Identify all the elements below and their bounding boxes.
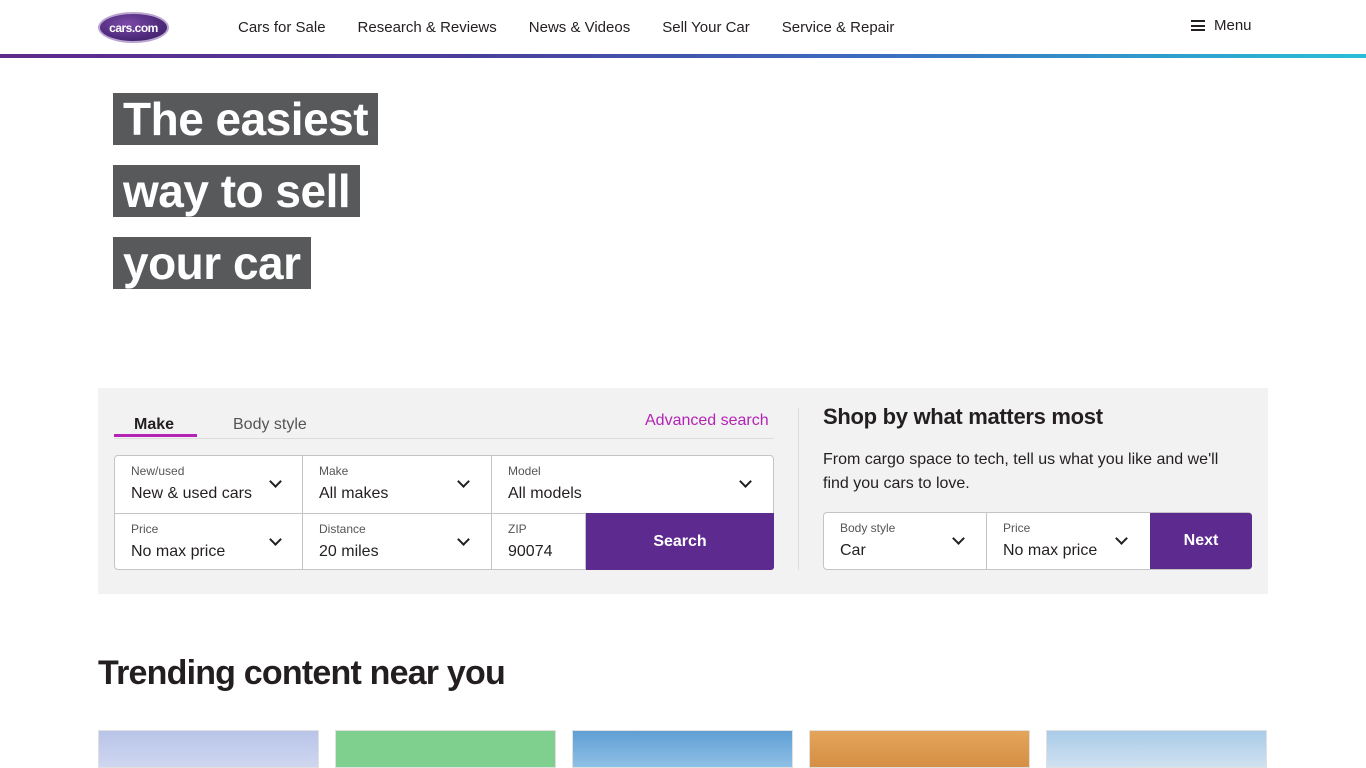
make-select[interactable]: Make All makes	[303, 456, 492, 513]
chevron-down-icon	[1116, 534, 1126, 544]
body-style-label: Body style	[840, 521, 896, 535]
make-value: All makes	[319, 485, 389, 502]
nav-news-videos[interactable]: News & Videos	[529, 19, 630, 36]
price-select[interactable]: Price No max price	[115, 513, 303, 570]
shop-form: Body style Car Price No max price Next	[823, 512, 1252, 570]
nav-cars-for-sale[interactable]: Cars for Sale	[238, 19, 326, 36]
menu-label: Menu	[1214, 17, 1252, 34]
trending-card-2[interactable]	[335, 730, 556, 768]
trending-card-1[interactable]	[98, 730, 319, 768]
hero-line-3: your car	[113, 237, 311, 289]
next-button[interactable]: Next	[1150, 513, 1252, 569]
tab-body-style[interactable]: Body style	[233, 416, 307, 438]
cars-com-logo[interactable]: cars.com	[98, 12, 169, 43]
chevron-down-icon	[458, 535, 468, 545]
nav-research-reviews[interactable]: Research & Reviews	[358, 19, 497, 36]
hamburger-icon	[1191, 20, 1205, 31]
chevron-down-icon	[458, 477, 468, 487]
shop-title: Shop by what matters most	[823, 404, 1103, 429]
shop-price-select[interactable]: Price No max price	[987, 513, 1150, 569]
search-button[interactable]: Search	[586, 513, 774, 570]
chevron-down-icon	[270, 477, 280, 487]
main-nav: Cars for Sale Research & Reviews News & …	[238, 0, 926, 54]
nav-service-repair[interactable]: Service & Repair	[782, 19, 895, 36]
chevron-down-icon	[953, 534, 963, 544]
new-used-select[interactable]: New/used New & used cars	[115, 456, 303, 513]
model-select[interactable]: Model All models	[492, 456, 774, 513]
search-form: New/used New & used cars Make All makes …	[114, 455, 774, 570]
shop-description: From cargo space to tech, tell us what y…	[823, 451, 1219, 492]
hero-line-1: The easiest	[113, 93, 379, 145]
search-panel: Make Body style Advanced search New/used…	[98, 388, 1268, 594]
tab-divider	[114, 438, 774, 439]
shop-price-value: No max price	[1003, 542, 1098, 559]
menu-button[interactable]: Menu	[1191, 17, 1252, 34]
active-tab-indicator	[114, 434, 197, 437]
site-header: cars.com Cars for Sale Research & Review…	[0, 0, 1366, 54]
header-gradient-bar	[0, 54, 1366, 58]
body-style-select[interactable]: Body style Car	[824, 513, 987, 569]
zip-label: ZIP	[508, 522, 527, 536]
model-value: All models	[508, 485, 582, 502]
zip-value[interactable]: 90074	[508, 543, 585, 561]
new-used-value: New & used cars	[131, 485, 252, 502]
advanced-search-link[interactable]: Advanced search	[645, 412, 769, 430]
trending-card-3[interactable]	[572, 730, 793, 768]
body-style-value: Car	[840, 542, 866, 559]
nav-sell-your-car[interactable]: Sell Your Car	[662, 19, 750, 36]
trending-card-5[interactable]	[1046, 730, 1267, 768]
distance-value: 20 miles	[319, 543, 379, 560]
zip-field[interactable]: ZIP 90074	[492, 513, 586, 570]
trending-card-4[interactable]	[809, 730, 1030, 768]
chevron-down-icon	[270, 535, 280, 545]
distance-select[interactable]: Distance 20 miles	[303, 513, 492, 570]
trending-title: Trending content near you	[98, 654, 506, 692]
hero-line-2: way to sell	[113, 165, 361, 217]
price-value: No max price	[131, 543, 226, 560]
panel-divider	[798, 408, 799, 570]
model-label: Model	[508, 464, 541, 478]
logo-text: cars.com	[109, 20, 158, 35]
chevron-down-icon	[740, 477, 750, 487]
shop-price-label: Price	[1003, 521, 1031, 535]
